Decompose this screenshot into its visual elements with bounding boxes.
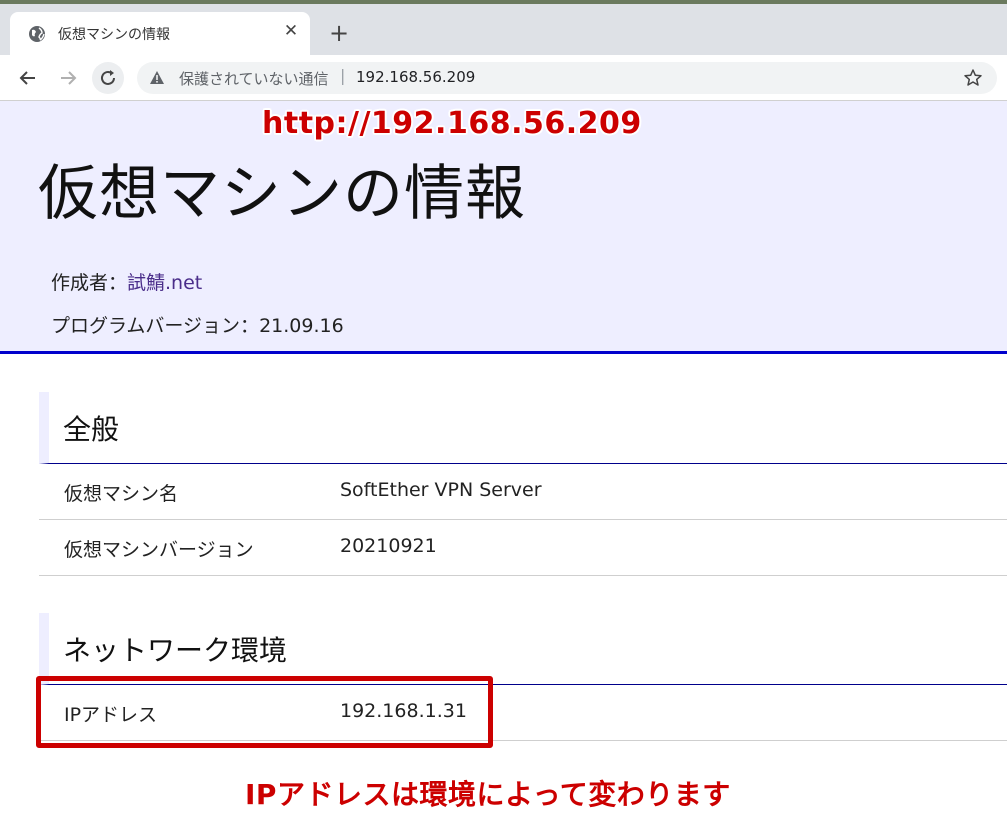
reload-icon [101, 70, 115, 85]
arrow-right-icon [61, 71, 77, 85]
back-button[interactable] [13, 63, 43, 93]
address-bar[interactable]: 保護されていない通信 | 192.168.56.209 [137, 62, 997, 94]
ip-highlight-box [36, 676, 493, 748]
section-heading-general: 全般 [39, 392, 1007, 464]
window-top-edge [0, 0, 1007, 4]
version-label: プログラムバージョン： [51, 315, 260, 337]
warning-icon[interactable] [149, 70, 165, 86]
row-value: SoftEther VPN Server [340, 479, 542, 501]
tab-strip: 仮想マシンの情報 ✕ + [0, 0, 1007, 55]
bookmark-star-icon[interactable] [963, 68, 983, 88]
row-value: 20210921 [340, 535, 437, 557]
globe-icon [29, 26, 45, 42]
not-secure-label[interactable]: 保護されていない通信 [179, 68, 329, 89]
author-label: 作成者： [51, 272, 128, 294]
version-line: プログラムバージョン：21.09.16 [51, 311, 344, 338]
url-text[interactable]: 192.168.56.209 [356, 68, 475, 86]
row-label: 仮想マシン名 [64, 483, 179, 505]
ip-annotation: IPアドレスは環境によって変わります [245, 778, 731, 811]
version-value: 21.09.16 [259, 315, 344, 337]
row-label: 仮想マシンバージョン [64, 539, 254, 561]
section-title: ネットワーク環境 [63, 634, 288, 667]
url-annotation: http://192.168.56.209 [262, 106, 642, 141]
arrow-left-icon [19, 71, 35, 85]
section-heading-network: ネットワーク環境 [39, 613, 1007, 685]
browser-toolbar: 保護されていない通信 | 192.168.56.209 [0, 55, 1007, 101]
section-title: 全般 [63, 413, 120, 446]
browser-tab[interactable]: 仮想マシンの情報 ✕ [10, 12, 310, 55]
new-tab-button[interactable]: + [326, 20, 352, 46]
table-row: 仮想マシン名 SoftEther VPN Server [39, 464, 1007, 520]
table-row: 仮想マシンバージョン 20210921 [39, 520, 1007, 576]
tab-title: 仮想マシンの情報 [58, 27, 170, 43]
author-line: 作成者：試鯖.net [51, 268, 202, 295]
reload-button[interactable] [92, 62, 124, 94]
omnibox-separator: | [340, 66, 346, 85]
author-link[interactable]: 試鯖.net [127, 272, 202, 294]
forward-button[interactable] [53, 63, 83, 93]
page-title: 仮想マシンの情報 [38, 159, 526, 229]
close-tab-icon[interactable]: ✕ [281, 21, 301, 41]
